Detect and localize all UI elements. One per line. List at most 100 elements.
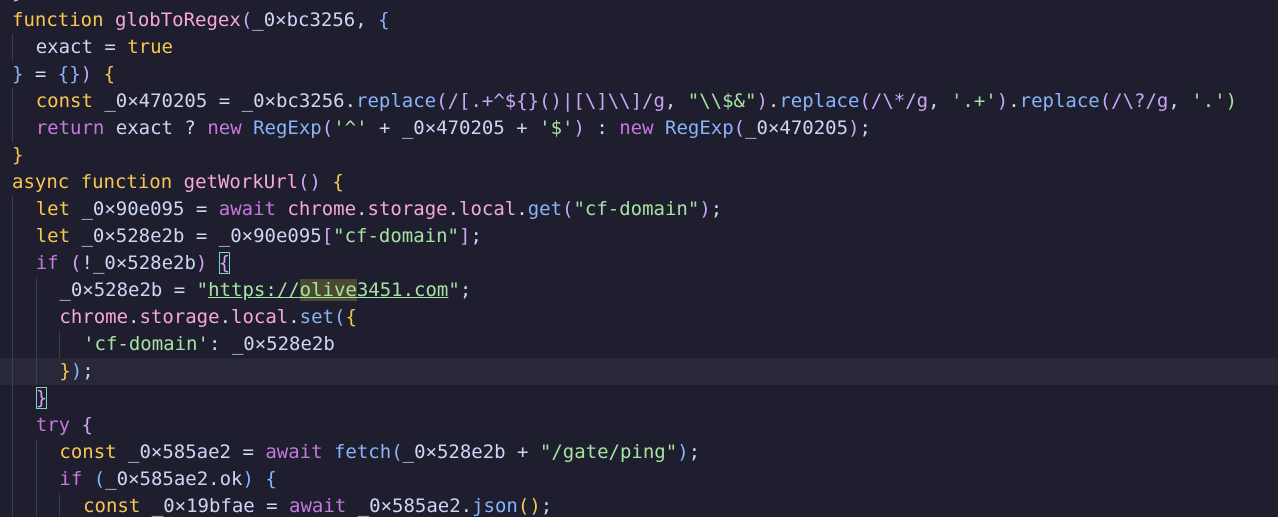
code-text: async function getWorkUrl() { (12, 169, 344, 196)
indent-guide (12, 412, 13, 439)
code-text: }); (59, 358, 93, 385)
code-line[interactable]: exact = true (0, 34, 1278, 61)
url-link[interactable]: https:// (208, 279, 300, 301)
code-token: replace (356, 90, 437, 112)
code-token: } (59, 360, 71, 382)
code-line[interactable]: } (0, 142, 1278, 169)
code-line[interactable]: return exact ? new RegExp('^' + _0×47020… (0, 115, 1278, 142)
code-token: . (208, 468, 220, 490)
code-token: ) (573, 117, 585, 139)
indent-guide (12, 115, 13, 142)
code-token: ( (334, 306, 346, 328)
code-line[interactable]: let _0×90e095 = await chrome.storage.loc… (0, 196, 1278, 223)
indent-guide (12, 196, 13, 223)
code-token: _0×bc3256 (241, 90, 345, 112)
code-line[interactable]: try { (0, 412, 1278, 439)
code-token: "\\$&" (687, 90, 757, 112)
code-token: let (35, 198, 71, 220)
code-token: . (767, 90, 780, 112)
code-token: {} (57, 63, 81, 85)
code-token: . (288, 306, 300, 328)
code-token: storage (139, 306, 220, 328)
code-token: ; (688, 441, 701, 463)
code-token: { (265, 468, 277, 490)
code-editor[interactable]: } function globToRegex(_0×bc3256, {exact… (0, 0, 1278, 517)
code-text: } (35, 385, 48, 412)
code-line[interactable]: if (!_0×528e2b) { (0, 250, 1278, 277)
code-token: . (1008, 90, 1020, 112)
code-token: RegExp (665, 117, 734, 139)
code-line[interactable]: 'cf-domain': _0×528e2b (0, 331, 1278, 358)
code-line[interactable]: } = {}) { (0, 61, 1278, 88)
clipped-line-above: } (12, 0, 23, 6)
code-token: function (12, 9, 104, 31)
code-token: json (472, 495, 518, 517)
code-token: globToRegex (114, 9, 241, 31)
code-line[interactable]: const _0×470205 = _0×bc3256.replace(/[.+… (0, 88, 1278, 115)
code-text: _0×528e2b = "https://olive3451.com"; (59, 277, 471, 304)
code-token: } (12, 63, 24, 85)
code-token: _0×528e2b (231, 333, 335, 355)
code-token: function (80, 171, 173, 193)
code-line[interactable]: }); (0, 358, 1278, 385)
indent-guide (35, 493, 37, 517)
code-token: ( (93, 468, 106, 490)
code-token: = (162, 279, 197, 301)
indent-guide (59, 331, 61, 358)
code-token: local (231, 306, 289, 328)
code-token: : (584, 117, 620, 139)
code-token: ; (459, 279, 472, 301)
code-token: _0×19bfae (151, 495, 255, 517)
indent-guide (12, 277, 13, 304)
code-text: } (12, 142, 23, 169)
code-token: = (184, 198, 219, 220)
code-token: ; (82, 360, 94, 382)
code-token: 'cf-domain' (83, 333, 209, 355)
code-token: ) (677, 441, 689, 463)
code-line[interactable]: function globToRegex(_0×bc3256, { (0, 7, 1278, 34)
indent-guide (59, 493, 61, 517)
indent-guide (35, 304, 37, 331)
code-token: getWorkUrl (183, 171, 299, 193)
indent-guide (12, 439, 13, 466)
code-line[interactable]: chrome.storage.local.set({ (0, 304, 1278, 331)
code-text: const _0×19bfae = await _0×585ae2.json()… (83, 493, 552, 517)
code-line[interactable]: _0×528e2b = "https://olive3451.com"; (0, 277, 1278, 304)
search-highlight[interactable]: olive (299, 279, 357, 301)
code-token: fetch (333, 441, 392, 463)
code-line[interactable]: } (0, 385, 1278, 412)
code-token: = (23, 63, 58, 85)
code-token: = (207, 90, 242, 112)
code-line[interactable]: const _0×19bfae = await _0×585ae2.json()… (0, 493, 1278, 517)
code-token: new (619, 117, 654, 139)
code-token: . (356, 198, 368, 220)
code-token: '.') (1191, 90, 1238, 112)
code-line[interactable]: async function getWorkUrl() { (0, 169, 1278, 196)
code-token: "cf-domain" (573, 198, 700, 220)
code-token: ( (1099, 90, 1112, 112)
code-token: , (928, 90, 951, 112)
code-token: ) (80, 63, 93, 85)
code-line[interactable]: let _0×528e2b = _0×90e095["cf-domain"]; (0, 223, 1278, 250)
url-link[interactable]: 3451.com (357, 279, 449, 301)
code-token: exact (115, 117, 173, 139)
code-token: = (184, 225, 219, 247)
code-line[interactable]: const _0×585ae2 = await fetch(_0×528e2b … (0, 439, 1278, 466)
code-token: try (35, 414, 71, 436)
code-token: ) (70, 360, 83, 382)
code-token: "cf-domain" (333, 225, 459, 247)
code-text: chrome.storage.local.set({ (59, 304, 357, 331)
indent-guide (35, 277, 37, 304)
code-token: _0×528e2b (92, 252, 196, 274)
code-line[interactable]: if (_0×585ae2.ok) { (0, 466, 1278, 493)
